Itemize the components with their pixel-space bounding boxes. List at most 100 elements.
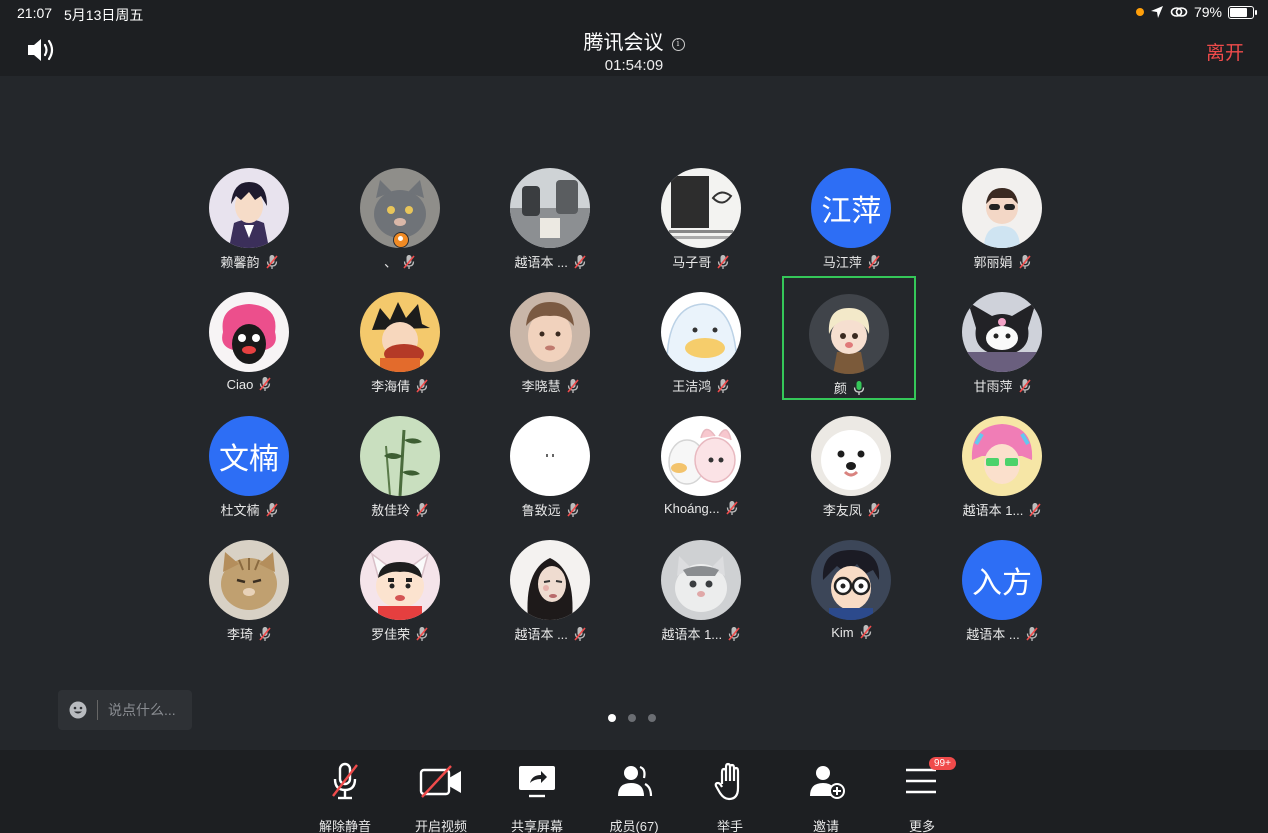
participant-tile[interactable]: 李海倩 — [333, 288, 467, 412]
participant-name: 罗佳荣 — [371, 627, 411, 642]
participant-name-row: 马子哥 — [634, 252, 768, 271]
avatar-image — [962, 292, 1042, 372]
participant-tile[interactable]: 越语本 ... — [483, 164, 617, 288]
participant-name-row: 罗佳荣 — [333, 624, 467, 643]
participant-avatar — [962, 292, 1042, 372]
participant-avatar: 江萍 — [811, 168, 892, 248]
participant-name-row: 越语本 ... — [483, 624, 617, 643]
avatar-image — [359, 540, 440, 620]
avatar-image — [660, 292, 741, 372]
meeting-header: 腾讯会议 i 01:54:09 离开 — [0, 24, 1268, 76]
mic-muted-icon — [717, 254, 729, 269]
participant-tile[interactable]: 李琦 — [182, 536, 316, 660]
unmute-label: 解除静音 — [318, 819, 371, 833]
participant-name-row: 越语本 ... — [935, 624, 1069, 643]
participant-name-row: 赖馨韵 — [182, 252, 316, 271]
participant-name-row: 鲁致远 — [483, 500, 617, 519]
avatar-image — [359, 292, 440, 372]
participant-avatar — [209, 168, 289, 248]
participant-name-row: 越语本 ... — [483, 252, 617, 271]
participant-tile[interactable]: Kim — [784, 536, 918, 660]
more-button[interactable]: 99+ 更多 — [882, 757, 962, 833]
start-video-label: 开启视频 — [414, 819, 467, 833]
participant-tile[interactable]: Khoáng... — [634, 412, 768, 536]
mic-muted-icon — [416, 626, 428, 641]
avatar-image — [962, 416, 1042, 496]
raise-hand-button[interactable]: 举手 — [690, 762, 770, 833]
emoji-icon[interactable] — [69, 701, 87, 719]
participant-tile[interactable]: 马子哥 — [634, 164, 768, 288]
participant-name-row: 李晓慧 — [483, 376, 617, 395]
avatar-image — [510, 168, 591, 248]
participant-avatar — [809, 294, 890, 374]
participant-avatar — [660, 416, 741, 496]
participant-name: 杜文楠 — [220, 503, 260, 518]
leave-button[interactable]: 离开 — [1206, 38, 1244, 65]
participant-name: 越语本 ... — [514, 627, 568, 642]
participant-name-row: 郭丽娟 — [935, 252, 1069, 271]
page-dot-2[interactable] — [628, 714, 636, 722]
participant-avatar: 入方 — [962, 540, 1042, 620]
mic-muted-icon — [859, 625, 872, 639]
participant-tile[interactable]: 甘雨萍 — [935, 288, 1069, 412]
participant-tile[interactable]: 文楠 杜文楠 — [182, 412, 316, 536]
participant-name: Ciao — [226, 376, 254, 392]
avatar-image — [359, 416, 440, 496]
avatar-image — [209, 168, 289, 248]
participant-name-row: 越语本 1... — [634, 624, 768, 643]
participant-tile[interactable]: 江萍 马江萍 — [784, 164, 918, 288]
participant-tile[interactable]: 鲁致远 — [483, 412, 617, 536]
participant-name: 鲁致远 — [521, 503, 561, 518]
participant-name: Kim — [831, 624, 854, 640]
participant-tile[interactable]: Ciao — [182, 288, 316, 412]
members-button[interactable]: 成员(67) — [594, 762, 674, 833]
invite-button[interactable]: 邀请 — [786, 762, 866, 833]
participant-tile[interactable]: 、 — [333, 164, 467, 288]
chat-divider — [97, 700, 98, 720]
participant-name: 敖佳玲 — [371, 503, 411, 518]
participant-tile[interactable]: 郭丽娟 — [935, 164, 1069, 288]
participant-avatar — [359, 292, 440, 372]
unmute-button[interactable]: 解除静音 — [305, 762, 385, 833]
participant-tile[interactable]: 赖馨韵 — [182, 164, 316, 288]
members-icon — [618, 765, 653, 797]
share-screen-button[interactable]: 共享屏幕 — [497, 762, 577, 833]
participant-tile[interactable]: 李晓慧 — [483, 288, 617, 412]
participant-tile[interactable]: 越语本 1... — [634, 536, 768, 660]
page-indicator[interactable] — [608, 714, 656, 722]
participant-tile[interactable]: 王洁鸿 — [634, 288, 768, 412]
avatar-initials: 江萍 — [811, 168, 892, 248]
participant-tile[interactable]: 敖佳玲 — [333, 412, 467, 536]
chat-input[interactable]: 说点什么... — [58, 690, 192, 730]
participant-tile[interactable]: 李友凤 — [784, 412, 918, 536]
page-dot-3[interactable] — [648, 714, 656, 722]
participant-avatar — [660, 540, 741, 620]
more-badge: 99+ — [929, 757, 956, 770]
participant-name: 越语本 1... — [962, 503, 1024, 518]
participant-tile[interactable]: 颜 — [782, 276, 917, 400]
avatar-image — [811, 416, 892, 496]
participant-avatar — [510, 168, 591, 248]
participant-tile[interactable]: 罗佳荣 — [333, 536, 467, 660]
info-icon[interactable]: i — [671, 38, 685, 51]
participant-tile[interactable]: 越语本 1... — [935, 412, 1069, 536]
participant-name-row: 越语本 1... — [935, 500, 1069, 519]
participant-name: 马子哥 — [672, 255, 712, 270]
participant-name: 、 — [384, 255, 398, 270]
participant-name-row: Ciao — [182, 376, 316, 392]
participant-tile[interactable]: 越语本 ... — [483, 536, 617, 660]
participant-avatar — [510, 416, 591, 496]
location-arrow-icon — [1150, 6, 1163, 18]
mic-on-icon — [853, 380, 865, 395]
avatar-initials: 入方 — [962, 540, 1042, 620]
avatar-image — [660, 168, 741, 248]
battery-percent: 79% — [1193, 4, 1222, 20]
participant-tile[interactable]: 入方越语本 ... — [935, 536, 1069, 660]
mic-muted-icon — [259, 626, 271, 641]
participant-name: 甘雨萍 — [973, 379, 1013, 394]
start-video-button[interactable]: 开启视频 — [401, 762, 481, 833]
participant-avatar — [962, 416, 1042, 496]
page-dot-1[interactable] — [608, 714, 616, 722]
meeting-toolbar: 解除静音 开启视频 共享屏幕 成员(67) 举手 邀请 99+ 更多 — [0, 750, 1268, 833]
invite-icon — [810, 766, 845, 799]
